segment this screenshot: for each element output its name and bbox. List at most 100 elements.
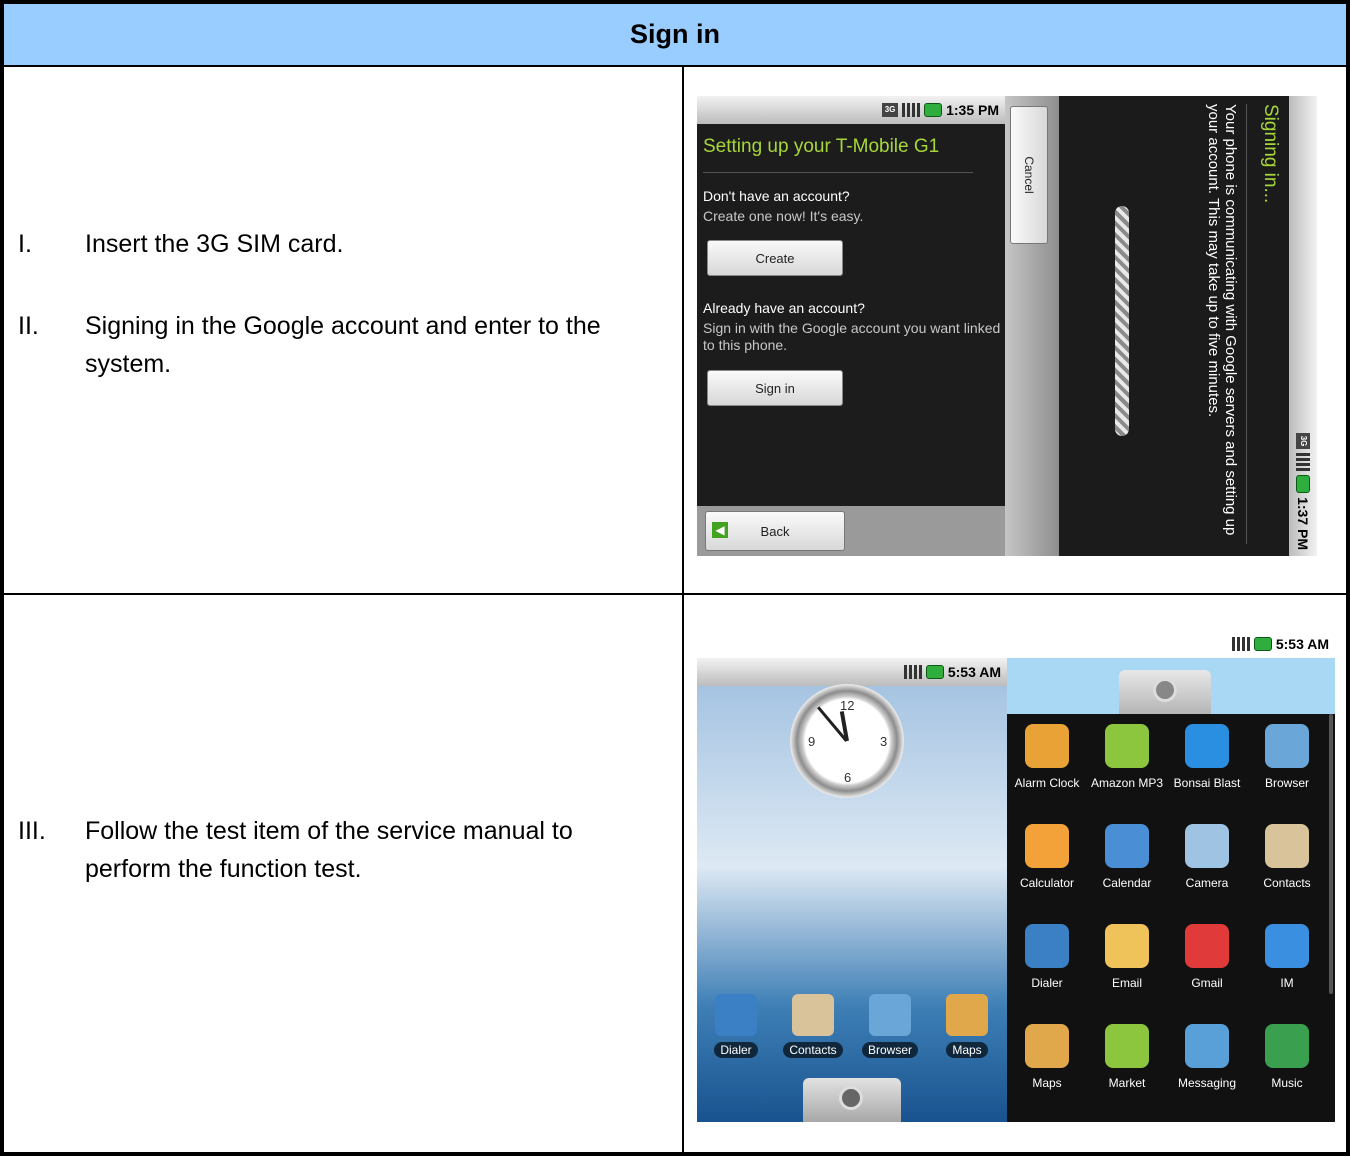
signal-icon [902,103,921,117]
email-icon [1105,924,1149,968]
app-alarm-clock[interactable]: Alarm Clock [1007,724,1087,790]
step-text: Follow the test item of the service manu… [85,817,573,883]
divider [703,172,973,173]
no-account-subtext: Create one now! It's easy. [703,208,864,224]
amazon-mp3-icon [1105,724,1149,768]
signing-in-title: Signing in... [1260,104,1281,204]
analog-clock-widget[interactable]: 12 3 6 9 [790,684,904,798]
app-dialer[interactable]: Dialer [1007,924,1087,990]
app-label: IM [1280,976,1294,990]
network-3g-icon: 3G [1296,433,1310,450]
scrollbar[interactable] [1329,714,1333,994]
contacts-icon [1265,824,1309,868]
setup-screen: 3G 1:35 PM Setting up your T-Mobile G1 D… [697,96,1059,556]
step-number: II. [18,312,39,340]
signal-icon [1231,637,1250,651]
app-label: Gmail [1191,976,1223,990]
gmail-icon [1185,924,1229,968]
page-title: Sign in [630,19,720,49]
sign-in-label: Sign in [755,380,795,396]
maps-icon [1025,1024,1069,1068]
app-label: Music [1271,1076,1303,1090]
dock-app-contacts[interactable]: Contacts [778,994,848,1058]
back-label: Back [760,524,790,539]
camera-icon [1185,824,1229,868]
cancel-label: Cancel [1022,156,1036,194]
app-label: Messaging [1177,1076,1237,1090]
app-calculator[interactable]: Calculator [1007,824,1087,890]
app-label: Contacts [1263,876,1311,890]
dock-app-dialer[interactable]: Dialer [701,994,771,1058]
app-im[interactable]: IM [1247,924,1327,990]
battery-icon [1253,637,1272,651]
progress-bar [1115,206,1129,436]
home-screenshot: 5:53 AM 12 3 6 9 Dialer Contacts Browser… [697,658,1007,1122]
battery-icon [924,103,943,117]
bonsai-blast-icon [1185,724,1229,768]
status-bar: 5:53 AM [697,658,1007,686]
app-contacts[interactable]: Contacts [1247,824,1327,890]
contacts-icon [792,994,834,1036]
app-market[interactable]: Market [1087,1024,1167,1090]
app-label: Maps [1032,1076,1062,1090]
dialer-icon [1025,924,1069,968]
signal-icon [1296,453,1310,472]
app-music[interactable]: Music [1247,1024,1327,1090]
app-messaging[interactable]: Messaging [1167,1024,1247,1090]
app-gmail[interactable]: Gmail [1167,924,1247,990]
dock-app-maps[interactable]: Maps [932,994,1002,1058]
row-divider [4,593,1346,595]
setup-screenshot: 3G 1:35 PM Setting up your T-Mobile G1 D… [697,96,1317,556]
no-account-heading: Don't have an account? [703,188,850,204]
signing-in-message: Your phone is communicating with Google … [1205,104,1239,536]
app-label: Dialer [714,1042,758,1058]
app-label: Browser [861,1042,918,1058]
drawer-close-icon [1153,678,1177,702]
app-label: Email [1111,976,1142,990]
back-button[interactable]: ◀ Back [705,511,845,551]
market-icon [1105,1024,1149,1068]
music-icon [1265,1024,1309,1068]
app-label: Maps [946,1042,988,1058]
alarm-clock-icon [1025,724,1069,768]
status-bar: 3G 1:35 PM [697,96,1005,124]
app-bonsai-blast[interactable]: Bonsai Blast [1167,724,1247,790]
dialer-icon [715,994,757,1036]
step-text: Signing in the Google account and enter … [85,312,601,378]
network-3g-icon: 3G [882,103,899,117]
app-calendar[interactable]: Calendar [1087,824,1167,890]
status-bar: 5:53 AM [1007,630,1335,658]
drawer-open-icon [839,1086,863,1110]
app-label: Calculator [1019,876,1075,890]
im-icon [1265,924,1309,968]
step-number: III. [18,817,46,845]
drawer-close-handle[interactable] [1119,670,1211,714]
status-time: 5:53 AM [1275,636,1329,652]
app-maps[interactable]: Maps [1007,1024,1087,1090]
app-drawer-screenshot: 5:53 AM Alarm Clock Amazon MP3 Bonsai Blas… [1007,630,1335,1122]
app-label: Camera [1185,876,1229,890]
app-email[interactable]: Email [1087,924,1167,990]
have-account-heading: Already have an account? [703,300,865,316]
maps-icon [946,994,988,1036]
app-browser[interactable]: Browser [1247,724,1327,790]
sign-in-button[interactable]: Sign in [707,370,843,406]
browser-icon [1265,724,1309,768]
status-time: 1:35 PM [946,102,999,118]
drawer-top [1007,658,1335,714]
app-label: Dialer [1031,976,1063,990]
app-amazon-mp3[interactable]: Amazon MP3 [1087,724,1167,790]
column-divider [682,67,684,1152]
create-button[interactable]: Create [707,240,843,276]
drawer-handle[interactable] [803,1078,901,1122]
dock-app-browser[interactable]: Browser [855,994,925,1058]
have-account-subtext: Sign in with the Google account you want… [703,320,1001,353]
app-camera[interactable]: Camera [1167,824,1247,890]
cancel-button[interactable]: Cancel [1010,106,1048,244]
status-time: 1:37 PM [1295,497,1311,550]
step-number: I. [18,230,32,258]
signing-in-screen: 3G 1:37 PM Signing in... Your phone is c… [1059,96,1317,556]
divider [1246,104,1247,544]
calendar-icon [1105,824,1149,868]
app-label: Calendar [1102,876,1152,890]
